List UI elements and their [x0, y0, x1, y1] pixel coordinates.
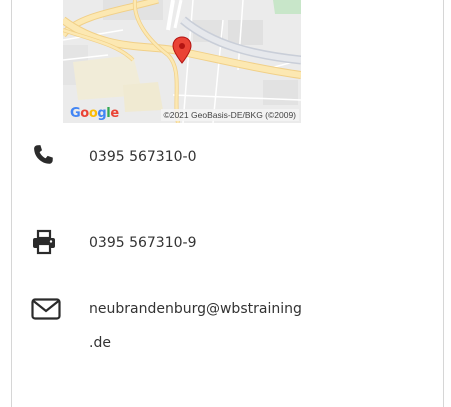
email-address-line1[interactable]: neubrandenburg@wbstraining [89, 292, 302, 326]
google-logo[interactable]: Google [70, 107, 119, 120]
map-attribution[interactable]: ©2021 GeoBasis-DE/BKG (©2009) [161, 109, 299, 121]
contact-fax-row: 0395 567310-9 [0, 228, 451, 258]
email-address-line2[interactable]: .de [89, 326, 111, 360]
envelope-icon [31, 298, 61, 320]
map-pin-icon[interactable] [172, 36, 192, 64]
contact-email-row: neubrandenburg@wbstraining .de [0, 292, 451, 362]
contact-phone-row: 0395 567310-0 [0, 143, 451, 173]
fax-number[interactable]: 0395 567310-9 [89, 234, 196, 252]
phone-icon [34, 145, 53, 164]
printer-icon [33, 229, 55, 255]
map-widget[interactable]: Google ©2021 GeoBasis-DE/BKG (©2009) [63, 0, 301, 123]
phone-number[interactable]: 0395 567310-0 [89, 148, 196, 166]
